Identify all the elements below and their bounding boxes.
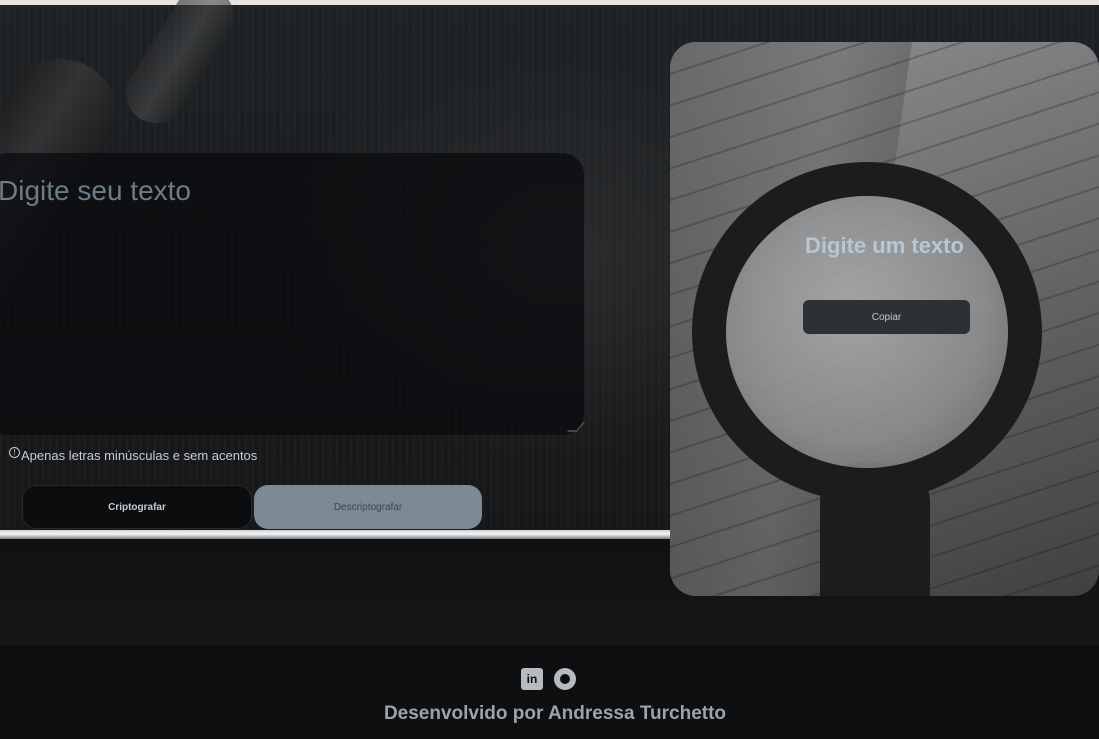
text-input[interactable] bbox=[0, 153, 584, 435]
text-input-container bbox=[0, 153, 586, 435]
github-icon[interactable] bbox=[554, 668, 576, 690]
info-icon: ! bbox=[9, 447, 20, 458]
top-border bbox=[0, 0, 1099, 5]
footer-social-links: in bbox=[521, 668, 576, 690]
input-hint-text: Apenas letras minúsculas e sem acentos bbox=[21, 448, 258, 463]
copy-button[interactable]: Copiar bbox=[803, 300, 970, 334]
decrypt-button[interactable]: Descriptografar bbox=[254, 485, 482, 529]
footer-credit: Desenvolvido por Andressa Turchetto bbox=[383, 703, 727, 724]
input-hint: ! Apenas letras minúsculas e sem acentos bbox=[9, 447, 258, 463]
footer: in Desenvolvido por Andressa Turchetto bbox=[0, 645, 1099, 739]
output-panel: Digite um texto Copiar bbox=[670, 42, 1099, 596]
linkedin-icon[interactable]: in bbox=[521, 668, 543, 690]
output-title: Digite um texto bbox=[805, 233, 964, 258]
encrypt-button[interactable]: Criptografar bbox=[22, 485, 252, 529]
